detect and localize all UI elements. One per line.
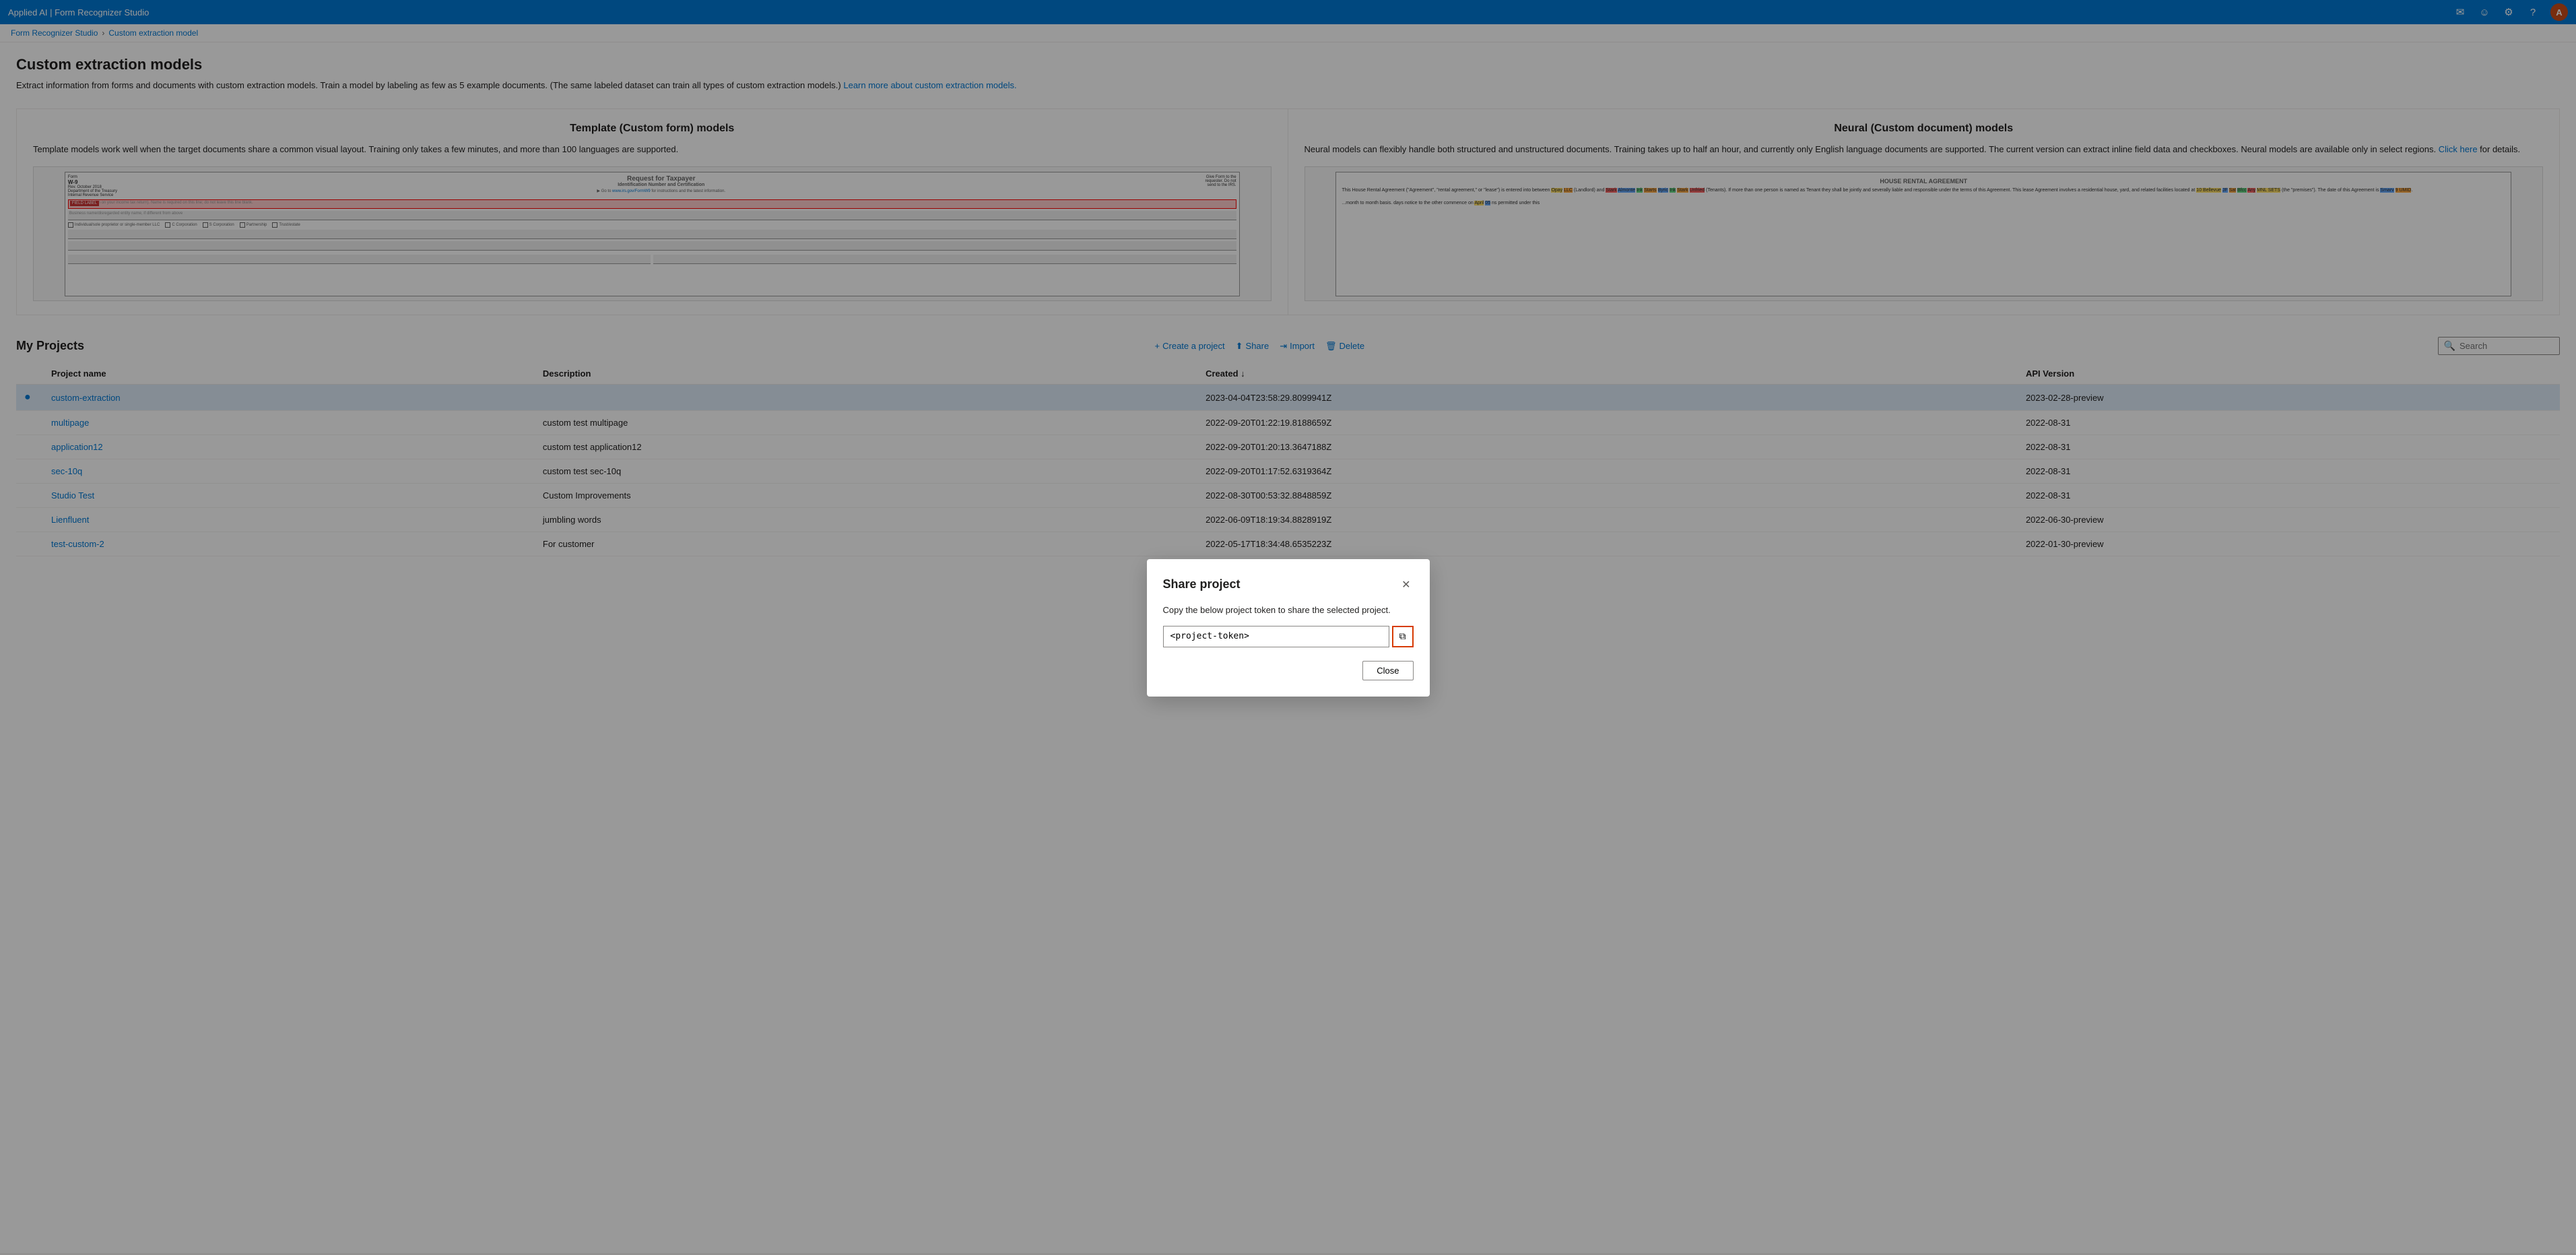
- copy-icon: ⧉: [1399, 631, 1406, 642]
- modal-header: Share project ✕: [1163, 575, 1414, 594]
- copy-token-button[interactable]: ⧉: [1392, 626, 1414, 647]
- project-token-input[interactable]: [1163, 626, 1389, 647]
- share-project-modal: Share project ✕ Copy the below project t…: [1147, 559, 1430, 697]
- modal-title: Share project: [1163, 577, 1241, 591]
- modal-close-button[interactable]: Close: [1362, 661, 1413, 680]
- modal-overlay[interactable]: Share project ✕ Copy the below project t…: [0, 0, 2576, 1255]
- modal-close-x-button[interactable]: ✕: [1399, 575, 1413, 594]
- modal-token-row: ⧉: [1163, 626, 1414, 647]
- modal-description: Copy the below project token to share th…: [1163, 605, 1414, 615]
- modal-footer: Close: [1163, 661, 1414, 680]
